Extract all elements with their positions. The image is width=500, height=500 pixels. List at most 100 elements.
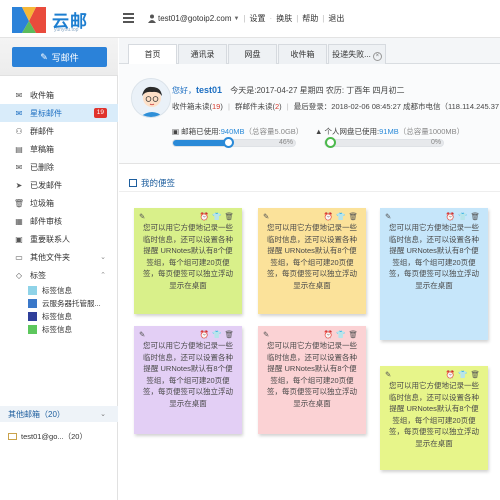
settings-link[interactable]: 设置 [250,13,266,24]
note-actions[interactable]: ⏰👕🗑 [446,369,483,381]
sticky-note[interactable]: ✎ ⏰👕🗑 您可以用它方便地记录一些临时信息，还可以设置各种提醒 URNotes默… [258,326,366,434]
sidebar-item-drafts[interactable]: ▤ 草稿箱 [0,140,118,158]
welcome-line: 您好，test01 今天是:2017-04-27 星期四 农历: 丁酉年 四月初… [172,85,405,96]
hamburger-menu-icon[interactable] [123,13,134,23]
other-mailboxes-header[interactable]: 其他邮箱（20） ⌄ [0,406,118,422]
status-line: 收件箱未读(19) | 群邮件未读(2) | 最后登录：2018-02-06 0… [172,102,500,111]
user-account-link[interactable]: test01@gotoip2.com [158,14,232,23]
tab-bar: 首页 通讯录 网盘 收件箱 投递失败... × [119,38,500,65]
help-link[interactable]: 帮助 [302,13,318,24]
tag-label: 云服务器托管服... [42,299,101,308]
note-actions[interactable]: ⏰👕🗑 [324,211,361,223]
note-actions[interactable]: ⏰👕🗑 [200,329,237,341]
edit-icon[interactable]: ✎ [385,211,391,223]
tag-label: 标签信息 [42,286,72,295]
profile-panel: 您好，test01 今天是:2017-04-27 星期四 农历: 丁酉年 四月初… [119,64,500,164]
sidebar-item-label: 收件箱 [30,90,54,100]
tag-color-swatch [28,286,37,295]
logo-mark-icon [12,7,46,33]
edit-icon[interactable]: ✎ [263,329,269,341]
sidebar-item-important-contacts[interactable]: ▣ 重要联系人 [0,230,118,248]
tag-icon: ◇ [15,270,23,280]
sidebar-item-audit[interactable]: ▦ 邮件审核 [0,212,118,230]
disk-quota-label: ▲ 个人网盘已使用:91MB（总容量1000MB） [315,127,465,136]
sent-icon: ➤ [15,180,23,190]
sidebar-item-deleted[interactable]: ✉ 已删除 [0,158,118,176]
tag-item[interactable]: 标签信息 [0,310,118,323]
sidebar-item-junk[interactable]: 🗑 垃圾箱 [0,194,118,212]
tab-home[interactable]: 首页 [128,44,177,65]
tag-color-swatch [28,325,37,334]
tag-item[interactable]: 标签信息 [0,284,118,297]
tag-item[interactable]: 标签信息 [0,323,118,336]
close-icon[interactable]: × [372,52,382,61]
sticky-note[interactable]: ✎ ⏰👕🗑 您可以用它方便地记录一些临时信息，还可以设置各种提醒 URNotes默… [134,326,242,434]
chevron-down-icon[interactable]: ⌄ [100,253,106,261]
avatar[interactable] [131,78,171,118]
sidebar-item-starred[interactable]: ✉ 星标邮件 19 [0,104,118,122]
sidebar-item-inbox[interactable]: ✉ 收件箱 [0,86,118,104]
logout-link[interactable]: 退出 [328,13,344,24]
sidebar-item-sent[interactable]: ➤ 已发邮件 [0,176,118,194]
chevron-up-icon[interactable]: ⌃ [100,271,106,279]
tab-inbox[interactable]: 收件箱 [278,44,327,64]
unread-count-badge: 19 [93,108,107,118]
sidebar: ✎ 写邮件 ✉ 收件箱 ✉ 星标邮件 19 ⚇ 群邮件 ▤ 草稿箱 ✉ 已删除 … [0,38,118,500]
notes-section-title: 我的便签 [129,177,175,189]
sidebar-item-label: 垃圾箱 [30,198,54,208]
compose-button[interactable]: ✎ 写邮件 [12,47,107,67]
chevron-down-icon[interactable]: ▼ [234,16,240,22]
inbox-icon: ✉ [15,90,23,100]
edit-icon[interactable]: ✎ [139,329,145,341]
tab-delivery-failed[interactable]: 投递失败... × [328,44,386,64]
logo[interactable]: 云邮 yunyou.top [12,5,112,33]
chevron-down-icon[interactable]: ⌄ [100,410,106,418]
user-icon [148,14,156,23]
username: test01 [196,85,223,95]
folder-icon: ▭ [15,252,23,262]
mail-quota-label: ▣ 邮箱已使用:940MB（总容量5.0GB） [172,127,304,136]
other-mailbox-label: test01@go...（20） [21,432,87,441]
sidebar-item-label: 已发邮件 [30,180,62,190]
mail-quota-knob [223,137,235,148]
note-actions[interactable]: ⏰👕🗑 [200,211,237,223]
sidebar-item-group-mail[interactable]: ⚇ 群邮件 [0,122,118,140]
tag-item[interactable]: 云服务器托管服... [0,297,118,310]
edit-icon[interactable]: ✎ [263,211,269,223]
note-actions[interactable]: ⏰👕🗑 [446,211,483,223]
other-mailbox-item[interactable]: test01@go...（20） [8,431,87,442]
user-icon: ▲ [315,127,325,136]
disk-quota-percent: 0% [431,139,442,146]
sidebar-item-label: 星标邮件 [30,108,62,118]
top-bar: 云邮 yunyou.top test01@gotoip2.com ▼ | 设置 … [0,0,500,38]
mailbox-icon: ▣ [172,127,182,136]
skin-link[interactable]: 换肤 [276,13,292,24]
edit-icon[interactable]: ✎ [139,211,145,223]
sidebar-item-label: 邮件审核 [30,216,62,226]
compose-label: 写邮件 [51,52,79,63]
sticky-note[interactable]: ✎ ⏰👕🗑 您可以用它方便地记录一些临时信息，还可以设置各种提醒 URNotes默… [380,366,488,470]
tab-netdisk[interactable]: 网盘 [228,44,277,64]
sidebar-item-label: 标签 [30,270,46,280]
sidebar-item-label: 重要联系人 [30,234,70,244]
sidebar-item-label: 草稿箱 [30,144,54,154]
note-actions[interactable]: ⏰👕🗑 [324,329,361,341]
sticky-note[interactable]: ✎ ⏰👕🗑 您可以用它方便地记录一些临时信息，还可以设置各种提醒 URNotes默… [258,208,366,314]
sidebar-item-tags[interactable]: ◇ 标签 ⌃ [0,266,118,284]
star-icon: ✉ [15,108,23,118]
sticky-note[interactable]: ✎ ⏰👕🗑 您可以用它方便地记录一些临时信息，还可以设置各种提醒 URNotes默… [134,208,242,314]
trash-icon: ✉ [15,162,23,172]
sidebar-item-other-folders[interactable]: ▭ 其他文件夹 ⌄ [0,248,118,266]
edit-icon[interactable]: ✎ [385,369,391,381]
note-text: 您可以用它方便地记录一些临时信息，还可以设置各种提醒 URNotes默认有8个便… [267,341,357,408]
note-text: 您可以用它方便地记录一些临时信息，还可以设置各种提醒 URNotes默认有8个便… [143,341,233,408]
date-info: 今天是:2017-04-27 星期四 农历: 丁酉年 四月初二 [230,86,405,95]
contact-icon: ▣ [15,234,23,244]
top-nav: test01@gotoip2.com ▼ | 设置 · 换肤 | 帮助 | 退出 [148,13,344,24]
sticky-note[interactable]: ✎ ⏰👕🗑 您可以用它方便地记录一些临时信息，还可以设置各种提醒 URNotes默… [380,208,488,340]
tab-contacts[interactable]: 通讯录 [178,44,227,64]
sidebar-item-label: 其他文件夹 [30,252,70,262]
sidebar-item-label: 已删除 [30,162,54,172]
disk-quota-bar [324,137,444,148]
tag-label: 标签信息 [42,312,72,321]
